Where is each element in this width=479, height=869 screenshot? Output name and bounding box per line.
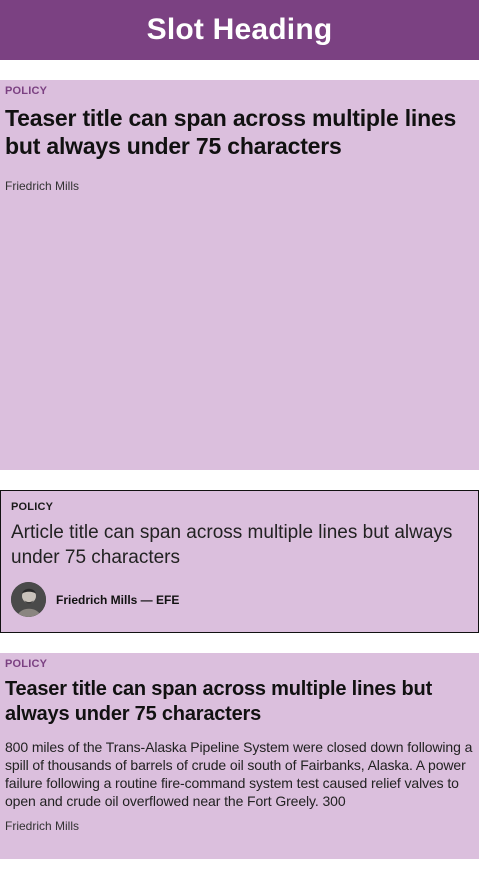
- author-avatar-icon[interactable]: [11, 582, 46, 617]
- byline: Friedrich Mills — EFE: [11, 582, 468, 617]
- slot-heading: Slot Heading: [146, 13, 333, 46]
- teaser-card-with-summary[interactable]: POLICY Teaser title can span across mult…: [0, 653, 479, 859]
- author-name[interactable]: Friedrich Mills: [5, 179, 474, 193]
- byline-author[interactable]: Friedrich Mills — EFE: [56, 593, 179, 607]
- article-card[interactable]: POLICY Article title can span across mul…: [0, 490, 479, 633]
- category-kicker[interactable]: POLICY: [11, 501, 468, 513]
- category-kicker[interactable]: POLICY: [5, 85, 474, 97]
- article-title[interactable]: Article title can span across multiple l…: [11, 520, 468, 570]
- category-kicker[interactable]: POLICY: [5, 658, 474, 670]
- teaser-title[interactable]: Teaser title can span across multiple li…: [5, 104, 474, 160]
- teaser-title[interactable]: Teaser title can span across multiple li…: [5, 677, 474, 727]
- author-name[interactable]: Friedrich Mills: [5, 819, 474, 833]
- author-photo-icon: [11, 582, 46, 617]
- teaser-card[interactable]: POLICY Teaser title can span across mult…: [0, 80, 479, 470]
- teaser-summary: 800 miles of the Trans-Alaska Pipeline S…: [5, 739, 473, 809]
- slot-header: Slot Heading: [0, 0, 479, 60]
